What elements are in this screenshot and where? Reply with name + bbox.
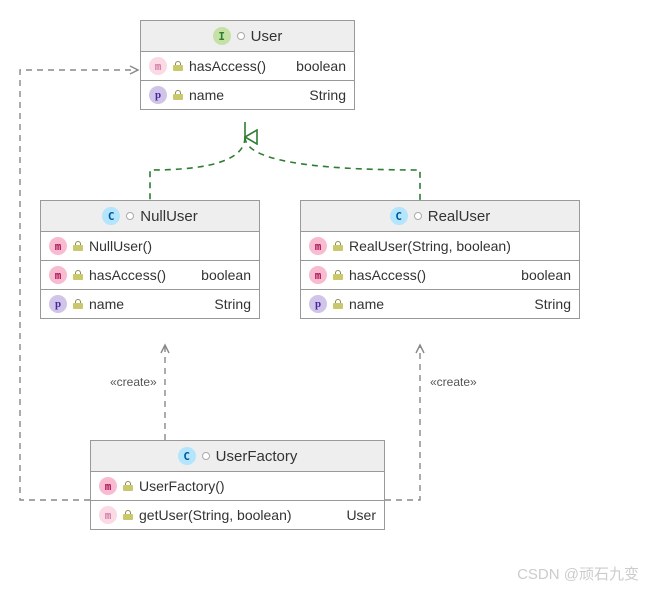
- class-icon: C: [102, 207, 120, 225]
- method-icon: m: [99, 506, 117, 524]
- method-icon: m: [149, 57, 167, 75]
- member-type: User: [346, 507, 376, 523]
- class-userfactory-title: C UserFactory: [91, 441, 384, 472]
- watermark: CSDN @顽石九变: [517, 563, 639, 584]
- member-row: p name String: [141, 81, 354, 109]
- method-icon: m: [309, 266, 327, 284]
- property-icon: p: [309, 295, 327, 313]
- member-row: p name String: [301, 290, 579, 318]
- member-name: name: [349, 296, 528, 312]
- member-name: name: [89, 296, 208, 312]
- class-nulluser: C NullUser m NullUser() m hasAccess() bo…: [40, 200, 260, 319]
- member-row: m RealUser(String, boolean): [301, 232, 579, 261]
- class-user: I User m hasAccess() boolean p name Stri…: [140, 20, 355, 110]
- stereotype-create-realuser: «create»: [430, 375, 477, 389]
- member-row: m hasAccess() boolean: [41, 261, 259, 290]
- member-name: RealUser(String, boolean): [349, 238, 565, 254]
- member-row: p name String: [41, 290, 259, 318]
- member-type: String: [534, 296, 571, 312]
- class-icon: C: [178, 447, 196, 465]
- lock-icon: [73, 299, 83, 309]
- method-icon: m: [49, 237, 67, 255]
- member-row: m getUser(String, boolean) User: [91, 501, 384, 529]
- lock-icon: [73, 270, 83, 280]
- member-name: name: [189, 87, 303, 103]
- property-icon: p: [49, 295, 67, 313]
- interface-icon: I: [213, 27, 231, 45]
- lock-icon: [333, 241, 343, 251]
- member-type: boolean: [201, 267, 251, 283]
- decorator-circle-icon: [202, 452, 210, 460]
- class-realuser: C RealUser m RealUser(String, boolean) m…: [300, 200, 580, 319]
- lock-icon: [123, 481, 133, 491]
- class-name: NullUser: [140, 208, 198, 225]
- member-row: m UserFactory(): [91, 472, 384, 501]
- member-name: hasAccess(): [189, 58, 290, 74]
- member-type: String: [214, 296, 251, 312]
- method-icon: m: [99, 477, 117, 495]
- class-user-title: I User: [141, 21, 354, 52]
- member-name: NullUser(): [89, 238, 245, 254]
- class-name: RealUser: [428, 208, 491, 225]
- lock-icon: [333, 270, 343, 280]
- member-type: boolean: [521, 267, 571, 283]
- decorator-circle-icon: [237, 32, 245, 40]
- lock-icon: [173, 90, 183, 100]
- lock-icon: [73, 241, 83, 251]
- member-name: UserFactory(): [139, 478, 370, 494]
- class-nulluser-title: C NullUser: [41, 201, 259, 232]
- class-name: User: [251, 28, 283, 45]
- member-type: boolean: [296, 58, 346, 74]
- class-userfactory: C UserFactory m UserFactory() m getUser(…: [90, 440, 385, 530]
- method-icon: m: [49, 266, 67, 284]
- member-row: m NullUser(): [41, 232, 259, 261]
- member-type: String: [309, 87, 346, 103]
- lock-icon: [333, 299, 343, 309]
- stereotype-create-nulluser: «create»: [110, 375, 157, 389]
- member-name: hasAccess(): [89, 267, 195, 283]
- member-name: getUser(String, boolean): [139, 507, 340, 523]
- member-row: m hasAccess() boolean: [301, 261, 579, 290]
- class-icon: C: [390, 207, 408, 225]
- class-realuser-title: C RealUser: [301, 201, 579, 232]
- decorator-circle-icon: [414, 212, 422, 220]
- property-icon: p: [149, 86, 167, 104]
- class-name: UserFactory: [216, 448, 298, 465]
- lock-icon: [123, 510, 133, 520]
- member-row: m hasAccess() boolean: [141, 52, 354, 81]
- decorator-circle-icon: [126, 212, 134, 220]
- member-name: hasAccess(): [349, 267, 515, 283]
- method-icon: m: [309, 237, 327, 255]
- lock-icon: [173, 61, 183, 71]
